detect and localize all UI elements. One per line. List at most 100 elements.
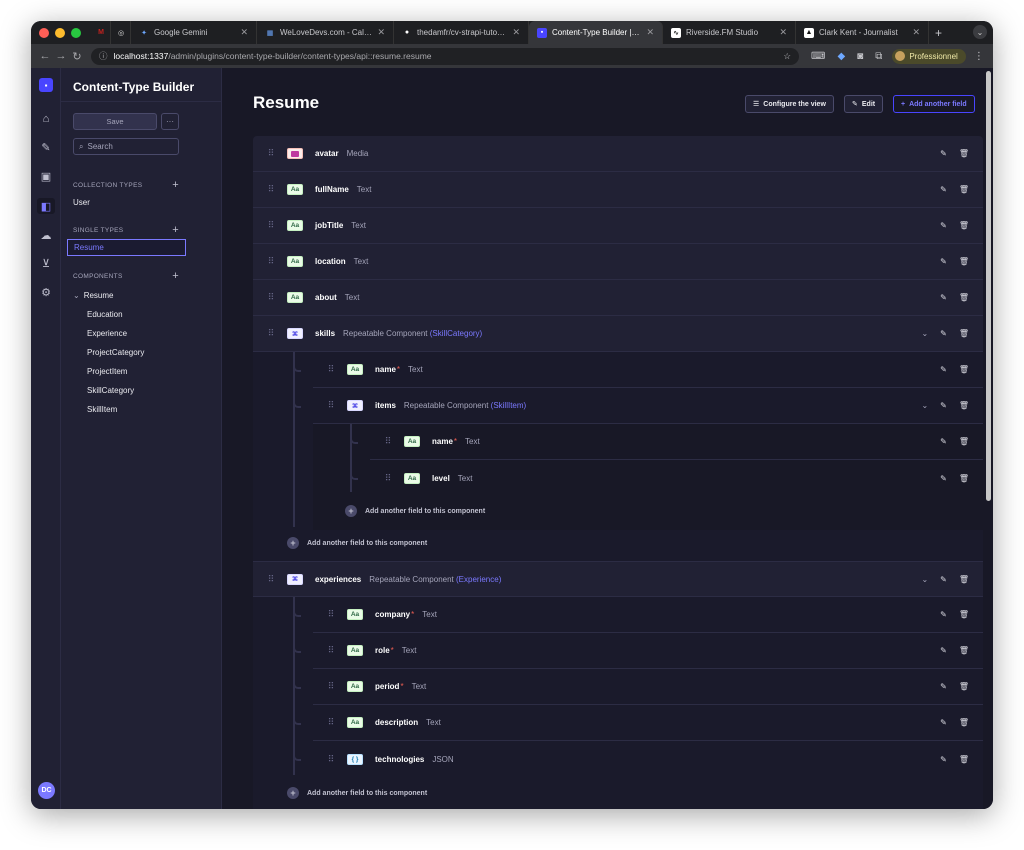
- component-category-resume[interactable]: ⌄ Resume: [73, 291, 114, 300]
- field-row-skill-items[interactable]: ⠿ ⌘ items Repeatable Component (SkillIte…: [313, 388, 983, 424]
- edit-pencil-icon[interactable]: ✎: [940, 682, 947, 691]
- sidebar-item-skillcategory[interactable]: SkillCategory: [87, 386, 134, 395]
- drag-handle-icon[interactable]: ⠿: [265, 328, 277, 339]
- tab-strapi[interactable]: ▪ Content-Type Builder | Strapi ✕: [529, 21, 663, 44]
- edit-pencil-icon[interactable]: ✎: [940, 474, 947, 483]
- translate-extension-icon[interactable]: ⌨: [811, 51, 825, 62]
- drag-handle-icon[interactable]: ⠿: [265, 292, 277, 303]
- field-row-technologies[interactable]: ⠿ { } technologies JSON ✎ 🗑: [313, 741, 983, 777]
- chevron-down-icon[interactable]: ⌄: [921, 401, 928, 410]
- edit-button[interactable]: ✎ Edit: [844, 95, 884, 113]
- sidebar-item-projectitem[interactable]: ProjectItem: [87, 367, 127, 376]
- drag-handle-icon[interactable]: ⠿: [325, 364, 337, 375]
- trash-icon[interactable]: 🗑: [959, 257, 969, 266]
- cloud-icon[interactable]: ☁: [39, 228, 53, 242]
- chevron-down-icon[interactable]: ⌄: [921, 575, 928, 584]
- drag-handle-icon[interactable]: ⠿: [325, 400, 337, 411]
- sidebar-item-resume[interactable]: Resume: [67, 239, 186, 256]
- close-tab-icon[interactable]: ✕: [512, 27, 520, 38]
- trash-icon[interactable]: 🗑: [959, 682, 969, 691]
- more-actions-button[interactable]: ···: [161, 113, 179, 130]
- add-field-to-experience-button[interactable]: + Add another field to this component: [287, 787, 427, 799]
- field-row-role[interactable]: ⠿ Aa role * Text ✎ 🗑: [313, 633, 983, 669]
- close-tab-icon[interactable]: ✕: [240, 27, 248, 38]
- edit-pencil-icon[interactable]: ✎: [940, 610, 947, 619]
- trash-icon[interactable]: 🗑: [959, 575, 969, 584]
- drag-handle-icon[interactable]: ⠿: [265, 220, 277, 231]
- sidebar-item-skillitem[interactable]: SkillItem: [87, 405, 117, 414]
- edit-pencil-icon[interactable]: ✎: [940, 185, 947, 194]
- url-input[interactable]: ⓘ localhost:1337/admin/plugins/content-t…: [91, 47, 799, 65]
- close-tab-icon[interactable]: ✕: [779, 27, 787, 38]
- bookmark-star-icon[interactable]: ☆: [783, 51, 791, 62]
- tab-welovedevs[interactable]: ▦ WeLoveDevs.com - Calendar ✕: [257, 21, 394, 44]
- add-collection-type-icon[interactable]: +: [172, 179, 179, 191]
- edit-pencil-icon[interactable]: ✎: [940, 293, 947, 302]
- save-button[interactable]: Save: [73, 113, 157, 130]
- field-row-avatar[interactable]: ⠿ avatar Media ✎ 🗑: [253, 136, 983, 172]
- field-row-skill-name[interactable]: ⠿ Aa name * Text ✎ 🗑: [313, 352, 983, 388]
- trash-icon[interactable]: 🗑: [959, 221, 969, 230]
- drag-handle-icon[interactable]: ⠿: [325, 645, 337, 656]
- media-library-icon[interactable]: ▣: [39, 169, 53, 183]
- sidebar-item-projectcategory[interactable]: ProjectCategory: [87, 348, 144, 357]
- extensions-puzzle-icon[interactable]: ⧉: [875, 51, 882, 62]
- trash-icon[interactable]: 🗑: [959, 718, 969, 727]
- edit-pencil-icon[interactable]: ✎: [940, 718, 947, 727]
- drag-handle-icon[interactable]: ⠿: [265, 148, 277, 159]
- trash-icon[interactable]: 🗑: [959, 755, 969, 764]
- field-row-location[interactable]: ⠿ Aa location Text ✎ 🗑: [253, 244, 983, 280]
- edit-pencil-icon[interactable]: ✎: [940, 575, 947, 584]
- chevron-down-icon[interactable]: ⌄: [921, 329, 928, 338]
- drag-handle-icon[interactable]: ⠿: [382, 436, 394, 447]
- add-single-type-icon[interactable]: +: [172, 224, 179, 236]
- trash-icon[interactable]: 🗑: [959, 293, 969, 302]
- back-icon[interactable]: ←: [37, 50, 53, 62]
- close-tab-icon[interactable]: ✕: [377, 27, 385, 38]
- browser-menu-icon[interactable]: ⋮: [974, 51, 984, 62]
- edit-pencil-icon[interactable]: ✎: [940, 755, 947, 764]
- forward-icon[interactable]: →: [53, 50, 69, 62]
- field-row-experiences[interactable]: ⠿ ⌘ experiences Repeatable Component (Ex…: [253, 561, 983, 597]
- extension-icon[interactable]: ◆: [837, 51, 845, 62]
- home-icon[interactable]: ⌂: [39, 112, 53, 126]
- trash-icon[interactable]: 🗑: [959, 437, 969, 446]
- close-window-button[interactable]: [39, 27, 49, 38]
- tab-riverside[interactable]: ∿ Riverside.FM Studio ✕: [663, 21, 796, 44]
- edit-pencil-icon[interactable]: ✎: [940, 257, 947, 266]
- field-row-company[interactable]: ⠿ Aa company * Text ✎ 🗑: [313, 597, 983, 633]
- reload-icon[interactable]: ↻: [69, 50, 85, 63]
- drag-handle-icon[interactable]: ⠿: [325, 754, 337, 765]
- trash-icon[interactable]: 🗑: [959, 329, 969, 338]
- search-input[interactable]: ⌕ Search: [73, 138, 179, 155]
- tab-google-gemini[interactable]: ✦ Google Gemini ✕: [131, 21, 257, 44]
- component-link[interactable]: (SkillCategory): [430, 329, 482, 338]
- component-link[interactable]: (Experience): [456, 575, 501, 584]
- add-another-field-button[interactable]: + Add another field: [893, 95, 975, 113]
- trash-icon[interactable]: 🗑: [959, 646, 969, 655]
- trash-icon[interactable]: 🗑: [959, 401, 969, 410]
- drag-handle-icon[interactable]: ⠿: [382, 473, 394, 484]
- drag-handle-icon[interactable]: ⠿: [265, 256, 277, 267]
- drag-handle-icon[interactable]: ⠿: [325, 717, 337, 728]
- edit-pencil-icon[interactable]: ✎: [940, 365, 947, 374]
- field-row-period[interactable]: ⠿ Aa period * Text ✎ 🗑: [313, 669, 983, 705]
- minimize-window-button[interactable]: [55, 27, 65, 38]
- trash-icon[interactable]: 🗑: [959, 185, 969, 194]
- component-link[interactable]: (SkillItem): [491, 401, 527, 410]
- camera-extension-icon[interactable]: ◙: [857, 51, 863, 62]
- tab-github[interactable]: ● thedamfr/cv-strapi-tutorial at ✕: [394, 21, 529, 44]
- trash-icon[interactable]: 🗑: [959, 474, 969, 483]
- configure-view-button[interactable]: ☰ Configure the view: [745, 95, 834, 113]
- content-manager-icon[interactable]: ✎: [39, 140, 53, 154]
- site-info-icon[interactable]: ⓘ: [99, 50, 108, 62]
- trash-icon[interactable]: 🗑: [959, 365, 969, 374]
- tab-clark-kent[interactable]: ▲ Clark Kent - Journalist ✕: [796, 21, 929, 44]
- add-field-to-skillcategory-button[interactable]: + Add another field to this component: [287, 537, 427, 549]
- new-tab-button[interactable]: +: [935, 26, 942, 40]
- field-row-skillitem-name[interactable]: ⠿ Aa name * Text ✎ 🗑: [370, 424, 983, 460]
- field-row-fullname[interactable]: ⠿ Aa fullName Text ✎ 🗑: [253, 172, 983, 208]
- edit-pencil-icon[interactable]: ✎: [940, 437, 947, 446]
- tab-search-icon[interactable]: ⌄: [973, 25, 987, 39]
- edit-pencil-icon[interactable]: ✎: [940, 401, 947, 410]
